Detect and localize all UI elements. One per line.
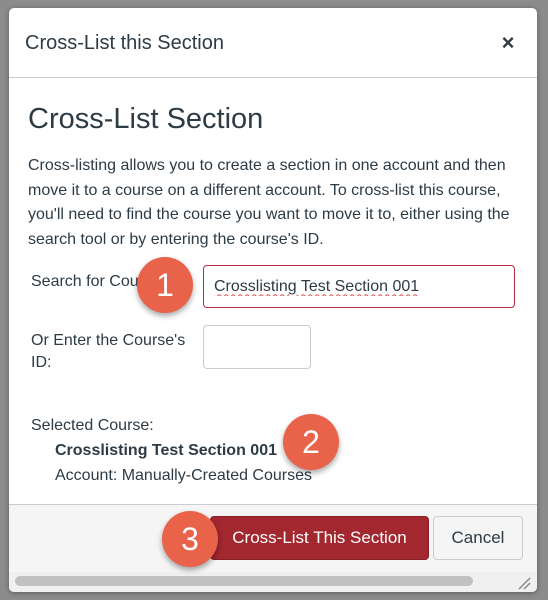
crosslist-dialog: Cross-List this Section × Cross-List Sec… xyxy=(9,8,537,592)
annotation-badge-3: 3 xyxy=(162,511,218,567)
resize-grip-icon[interactable] xyxy=(515,574,531,590)
crosslist-description: Cross-listing allows you to create a sec… xyxy=(28,157,510,248)
course-id-input[interactable] xyxy=(203,325,311,369)
close-icon[interactable]: × xyxy=(495,30,521,56)
selected-course-account: Account: Manually-Created Courses xyxy=(55,467,313,484)
selected-course-label: Selected Course: xyxy=(31,417,154,434)
annotation-badge-2: 2 xyxy=(283,414,339,470)
dialog-title: Cross-List this Section xyxy=(25,32,224,54)
dialog-titlebar: Cross-List this Section × xyxy=(9,8,537,78)
search-course-input[interactable] xyxy=(203,265,515,308)
crosslist-section-button[interactable]: Cross-List This Section xyxy=(210,516,429,560)
scrollbar-thumb[interactable] xyxy=(15,576,473,586)
course-id-label: Or Enter the Course's ID: xyxy=(31,332,186,371)
cancel-button[interactable]: Cancel xyxy=(433,516,523,560)
page-title: Cross-List Section xyxy=(28,103,264,135)
annotation-badge-1: 1 xyxy=(137,257,193,313)
selected-course-name: Crosslisting Test Section 001 xyxy=(55,442,277,459)
